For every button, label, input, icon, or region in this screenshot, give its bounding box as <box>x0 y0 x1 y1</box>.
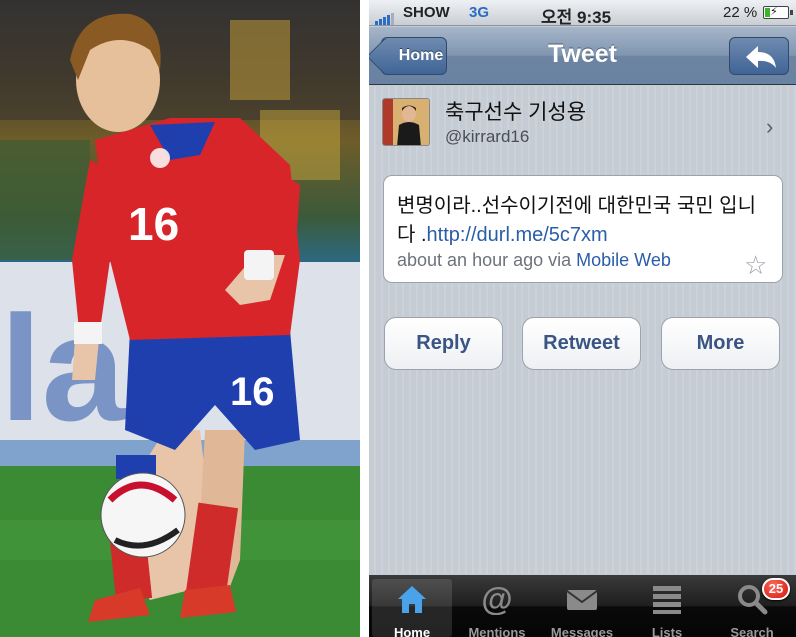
favorite-star-icon[interactable]: ☆ <box>744 252 767 278</box>
tweet-link[interactable]: http://durl.me/5c7xm <box>427 224 608 246</box>
tweet-detail: 축구선수 기성용 @kirrard16 › 변명이라..선수이기전에 대한민국 … <box>369 86 796 574</box>
tab-search[interactable]: Search 25 <box>712 578 792 637</box>
avatar <box>382 98 430 146</box>
tab-messages-label: Messages <box>550 625 614 637</box>
signal-strength-icon <box>375 8 395 25</box>
user-handle: @kirrard16 <box>445 127 530 146</box>
tab-lists-label: Lists <box>651 625 683 637</box>
tweet-metadata: about an hour ago via Mobile Web <box>397 250 671 271</box>
network-type: 3G <box>469 4 490 21</box>
retweet-button[interactable]: Retweet <box>522 317 641 370</box>
tweet-timestamp: about an hour ago via <box>397 250 572 270</box>
svg-text:@: @ <box>481 583 512 615</box>
player-illustration: lar 16 16 <box>0 0 360 637</box>
tab-home-label: Home <box>393 625 431 637</box>
envelope-icon <box>566 590 598 610</box>
lists-icon <box>653 586 681 614</box>
tab-mentions[interactable]: @ Mentions <box>457 579 537 637</box>
at-icon: @ <box>481 583 512 615</box>
tab-messages[interactable]: Messages <box>542 579 622 637</box>
navigation-bar: Home Tweet <box>369 27 796 85</box>
iphone-screen: SHOW 3G 오전 9:35 22 % ⚡ Home Tweet 축구선수 기… <box>369 0 796 637</box>
tweet-source-link[interactable]: Mobile Web <box>576 250 671 270</box>
home-icon <box>398 586 426 613</box>
carrier-name: SHOW <box>403 4 450 21</box>
jersey-number: 16 <box>128 198 179 250</box>
reply-button[interactable]: Reply <box>384 317 503 370</box>
soccer-player-photo: lar 16 16 <box>0 0 360 637</box>
tab-mentions-label: Mentions <box>468 625 526 637</box>
status-bar: SHOW 3G 오전 9:35 22 % ⚡ <box>369 0 796 27</box>
tab-home[interactable]: Home <box>372 579 452 637</box>
charging-bolt-icon: ⚡ <box>770 6 778 18</box>
clock: 오전 9:35 <box>541 8 612 27</box>
reply-arrow-icon <box>746 46 776 68</box>
tab-lists[interactable]: Lists <box>627 579 707 637</box>
battery-icon: ⚡ <box>763 6 793 19</box>
more-button[interactable]: More <box>661 317 780 370</box>
user-display-name: 축구선수 기성용 <box>445 101 587 124</box>
tweet-card: 변명이라..선수이기전에 대한민국 국민 입니다 .http://durl.me… <box>383 175 783 283</box>
tab-search-label: Search <box>730 625 774 637</box>
chevron-right-icon: › <box>766 114 774 139</box>
reply-arrow-button[interactable] <box>729 37 789 75</box>
tab-bar: Home @ Mentions Messages Lists Search 25 <box>369 575 796 637</box>
user-profile-row[interactable]: 축구선수 기성용 @kirrard16 › <box>369 86 796 166</box>
avatar-image <box>383 99 429 145</box>
notification-badge: 25 <box>762 578 790 600</box>
battery-percent: 22 % <box>723 4 758 21</box>
tweet-body: 변명이라..선수이기전에 대한민국 국민 입니다 .http://durl.me… <box>397 192 757 250</box>
shorts-number: 16 <box>230 370 275 414</box>
